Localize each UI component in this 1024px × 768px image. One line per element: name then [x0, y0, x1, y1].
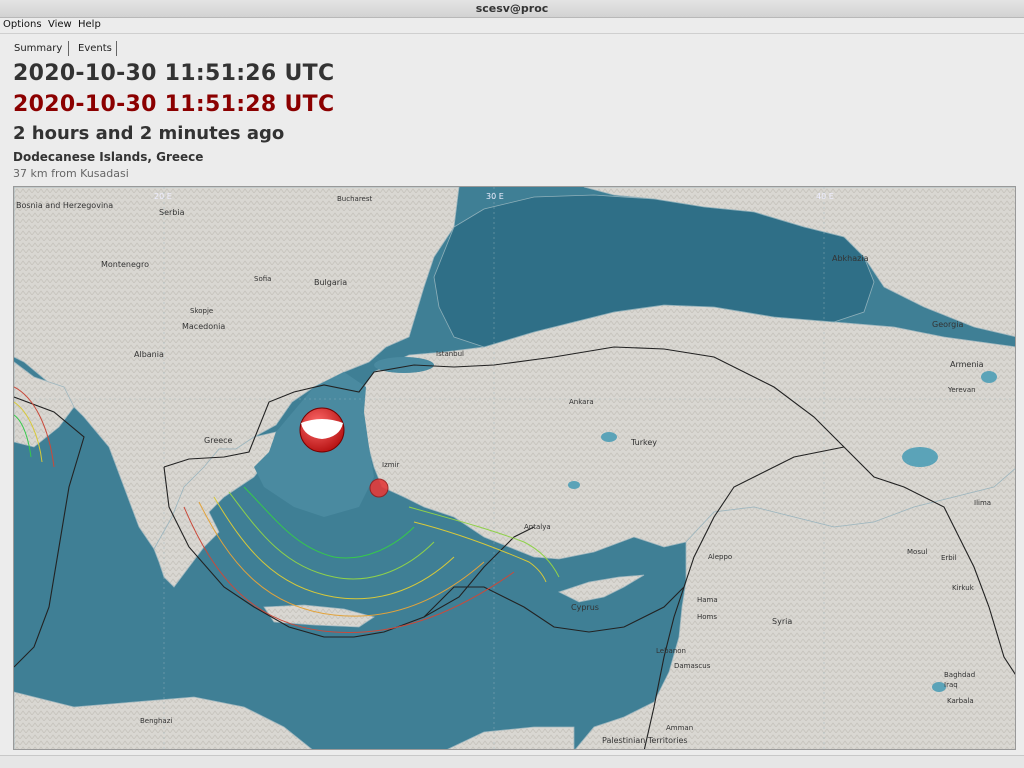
tab-summary[interactable]: Summary [8, 41, 69, 58]
label-karbala: Karbala [947, 697, 974, 705]
status-bar [0, 755, 1024, 768]
label-turkey: Turkey [630, 438, 657, 447]
window-title: scesv@proc [475, 2, 549, 15]
origin-time: 2020-10-30 11:51:26 UTC [13, 61, 335, 86]
label-skopje: Skopje [190, 307, 213, 315]
label-benghazi: Benghazi [140, 717, 172, 725]
label-damascus: Damascus [674, 662, 711, 670]
label-macedonia: Macedonia [182, 322, 225, 331]
label-bucharest: Bucharest [337, 195, 372, 203]
label-kirkuk: Kirkuk [952, 584, 975, 592]
tab-events[interactable]: Events [72, 41, 118, 56]
label-albania: Albania [134, 350, 164, 359]
menu-help[interactable]: Help [78, 19, 101, 30]
grid-label-20e: 20 E [154, 192, 172, 201]
event-map[interactable]: 20 E 30 E 40 E Bosnia and Herzegovina Se… [13, 186, 1016, 750]
label-mosul: Mosul [907, 548, 927, 556]
label-aleppo: Aleppo [708, 553, 732, 561]
menu-bar: Options View Help [0, 18, 1024, 34]
label-amman: Amman [666, 724, 693, 732]
label-izmir: Izmir [382, 461, 400, 469]
label-abkhazia: Abkhazia [832, 254, 869, 263]
label-ilima: Ilima [974, 499, 991, 507]
epicenter-marker-icon[interactable] [369, 478, 389, 498]
label-lebanon: Lebanon [656, 647, 686, 655]
label-istanbul: Istanbul [436, 350, 464, 358]
label-bulgaria: Bulgaria [314, 278, 347, 287]
label-erbil: Erbil [941, 554, 957, 562]
elapsed-time: 2 hours and 2 minutes ago [13, 123, 285, 144]
label-homs: Homs [697, 613, 717, 621]
label-iraq: Iraq [944, 681, 958, 689]
label-antalya: Antalya [524, 523, 551, 531]
label-syria: Syria [772, 617, 792, 626]
alt-origin-time: 2020-10-30 11:51:28 UTC [13, 92, 335, 117]
label-serbia: Serbia [159, 208, 185, 217]
label-ankara: Ankara [569, 398, 594, 406]
beachball-icon[interactable] [299, 407, 345, 453]
label-armenia: Armenia [950, 360, 984, 369]
label-greece: Greece [204, 436, 233, 445]
label-baghdad: Baghdad [944, 671, 975, 679]
tab-separator [68, 41, 69, 56]
menu-options[interactable]: Options [3, 19, 42, 30]
label-hama: Hama [697, 596, 718, 604]
label-bosnia: Bosnia and Herzegovina [16, 201, 113, 210]
menu-view[interactable]: View [48, 19, 72, 30]
label-sofia: Sofia [254, 275, 271, 283]
label-yerevan: Yerevan [947, 386, 976, 394]
grid-label-30e: 30 E [486, 192, 504, 201]
label-georgia: Georgia [932, 320, 963, 329]
region-name: Dodecanese Islands, Greece [13, 150, 204, 164]
label-palestinian: Palestinian Territories [602, 736, 688, 745]
window-titlebar: scesv@proc [0, 0, 1024, 18]
grid-label-40e: 40 E [816, 192, 834, 201]
tab-separator [116, 41, 117, 56]
label-montenegro: Montenegro [101, 260, 149, 269]
map-canvas[interactable]: 20 E 30 E 40 E Bosnia and Herzegovina Se… [14, 187, 1016, 750]
label-cyprus: Cyprus [571, 603, 599, 612]
nearest-city: 37 km from Kusadasi [13, 167, 129, 180]
